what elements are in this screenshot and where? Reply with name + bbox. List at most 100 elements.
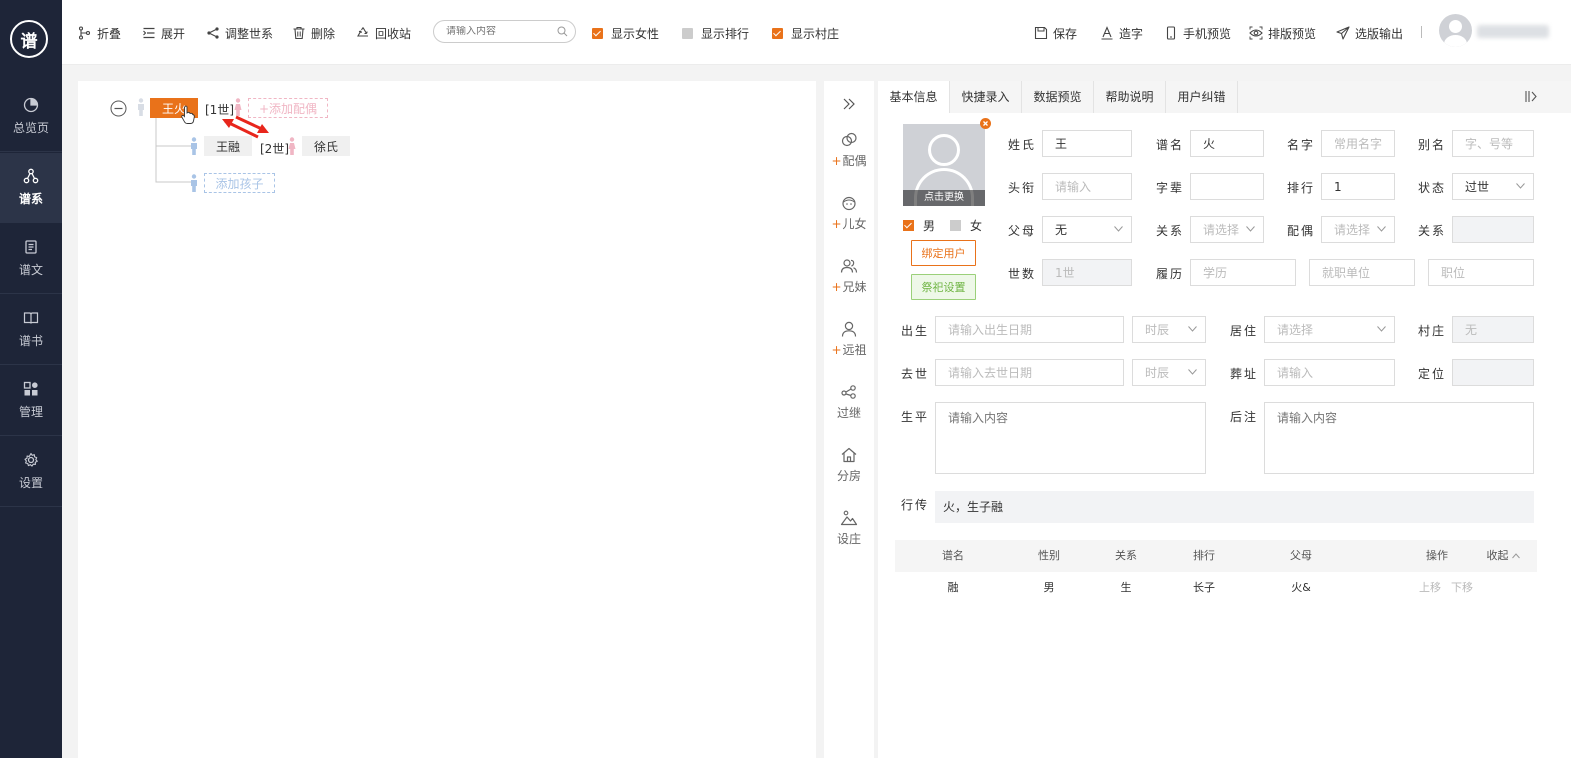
- death-date-field[interactable]: [935, 359, 1124, 386]
- show-village-checkbox[interactable]: 显示村庄: [772, 25, 839, 41]
- move-down-button[interactable]: 下移: [1447, 572, 1477, 604]
- relation-select[interactable]: 请选择: [1190, 216, 1264, 243]
- expand-button[interactable]: 展开: [142, 24, 185, 42]
- surname-input[interactable]: [1055, 136, 1131, 151]
- rank-field[interactable]: [1321, 173, 1395, 200]
- collapse-panel-icon[interactable]: [1525, 90, 1538, 103]
- education-field[interactable]: [1190, 259, 1296, 286]
- title-input[interactable]: [1055, 179, 1131, 194]
- village-value: 无: [1465, 323, 1478, 337]
- given-name-input[interactable]: [1334, 136, 1394, 151]
- export-button[interactable]: 选版输出: [1336, 24, 1403, 42]
- adopt-action[interactable]: 过继: [824, 383, 874, 421]
- pu-name-field[interactable]: [1190, 130, 1264, 157]
- birth-date-input[interactable]: [948, 322, 1123, 337]
- show-rank-checkbox[interactable]: 显示排行: [682, 25, 749, 41]
- sidebar-item-settings[interactable]: 设置: [0, 437, 62, 507]
- add-spouse-action[interactable]: +配偶: [824, 131, 874, 169]
- spouse-select[interactable]: 请选择: [1321, 216, 1395, 243]
- search-input[interactable]: [446, 26, 550, 37]
- branch-action[interactable]: 分房: [824, 446, 874, 484]
- add-ancestor-action[interactable]: +远祖: [824, 320, 874, 358]
- employer-field[interactable]: [1309, 259, 1415, 286]
- layout-preview-button[interactable]: 排版预览: [1249, 24, 1316, 42]
- add-children-action[interactable]: +儿女: [824, 194, 874, 232]
- given-name-field[interactable]: [1321, 130, 1395, 157]
- burial-input[interactable]: [1277, 365, 1394, 380]
- user-icon: [841, 321, 857, 337]
- position-field[interactable]: [1428, 259, 1534, 286]
- bind-user-button[interactable]: 绑定用户: [911, 240, 976, 266]
- residence-select[interactable]: 请选择: [1264, 316, 1395, 343]
- add-siblings-action[interactable]: +兄妹: [824, 257, 874, 295]
- sidebar-item-overview[interactable]: 总览页: [0, 82, 62, 152]
- set-village-action[interactable]: 设庄: [824, 509, 874, 547]
- zibei-input[interactable]: [1203, 179, 1263, 194]
- adjust-lineage-button[interactable]: 调整世系: [206, 24, 273, 42]
- app-logo[interactable]: 谱: [10, 20, 48, 58]
- search-box[interactable]: [433, 20, 576, 43]
- user-name-blurred[interactable]: [1477, 25, 1549, 38]
- tab-quick-entry[interactable]: 快捷录入: [950, 81, 1021, 113]
- bind-user-label: 绑定用户: [921, 247, 966, 260]
- mobile-preview-button[interactable]: 手机预览: [1164, 24, 1231, 42]
- chevron-down-icon: [1516, 183, 1525, 189]
- fold-button[interactable]: 折叠: [78, 24, 121, 42]
- position-input[interactable]: [1441, 265, 1533, 280]
- sidebar-item-article[interactable]: 谱文: [0, 224, 62, 294]
- life-textarea[interactable]: [935, 402, 1206, 474]
- checkbox-checked[interactable]: [903, 220, 914, 231]
- alias-field[interactable]: [1452, 130, 1534, 157]
- sidebar-item-manage[interactable]: 管理: [0, 366, 62, 436]
- save-button[interactable]: 保存: [1034, 24, 1077, 42]
- worship-settings-button[interactable]: 祭祀设置: [911, 274, 976, 300]
- show-female-checkbox[interactable]: 显示女性: [592, 25, 659, 41]
- zibei-field[interactable]: [1190, 173, 1264, 200]
- parents-select[interactable]: 无: [1042, 216, 1132, 243]
- gender-male-checkbox[interactable]: 男: [903, 217, 935, 234]
- tab-data-preview[interactable]: 数据预览: [1022, 81, 1093, 113]
- tab-basic-info[interactable]: 基本信息: [878, 81, 949, 113]
- collapse-node-icon[interactable]: [110, 100, 127, 117]
- remove-photo-button[interactable]: [980, 118, 991, 129]
- checkbox-unchecked[interactable]: [682, 27, 693, 39]
- make-char-button[interactable]: 造字: [1100, 24, 1143, 42]
- gender-male-label: 男: [923, 219, 936, 233]
- death-date-input[interactable]: [948, 365, 1123, 380]
- tab-user-correction[interactable]: 用户纠错: [1166, 81, 1237, 113]
- table-row[interactable]: 融 男 生 长子 火& 上移 下移: [895, 572, 1537, 604]
- note-textarea[interactable]: [1264, 402, 1534, 474]
- rank-input[interactable]: [1334, 179, 1394, 194]
- death-hour-select[interactable]: 时辰: [1132, 359, 1206, 386]
- delete-button[interactable]: 删除: [292, 24, 335, 42]
- sidebar-item-lineage[interactable]: 谱系: [0, 153, 62, 223]
- checkbox-checked[interactable]: [592, 27, 603, 39]
- person-node-spouse[interactable]: 徐氏: [302, 136, 350, 156]
- burial-field[interactable]: [1264, 359, 1395, 386]
- checkbox-checked[interactable]: [772, 27, 783, 39]
- gender-female-checkbox[interactable]: 女: [950, 217, 982, 234]
- pu-name-input[interactable]: [1203, 136, 1263, 151]
- checkbox-unchecked[interactable]: [950, 220, 961, 231]
- person-photo[interactable]: 点击更换: [903, 124, 985, 206]
- birth-hour-select[interactable]: 时辰: [1132, 316, 1206, 343]
- send-icon: [1336, 26, 1350, 40]
- tab-help[interactable]: 帮助说明: [1094, 81, 1165, 113]
- user-avatar[interactable]: [1439, 14, 1472, 47]
- ancestor-action-label: 远祖: [842, 343, 867, 357]
- double-chevron-right-icon[interactable]: [842, 97, 856, 111]
- education-input[interactable]: [1203, 265, 1295, 280]
- status-select[interactable]: 过世: [1452, 173, 1534, 200]
- surname-field[interactable]: [1042, 130, 1132, 157]
- alias-input[interactable]: [1465, 136, 1533, 151]
- title-field[interactable]: [1042, 173, 1132, 200]
- move-up-button[interactable]: 上移: [1415, 572, 1445, 604]
- collapse-table-button[interactable]: 收起: [1479, 540, 1527, 572]
- sidebar-item-book[interactable]: 谱书: [0, 295, 62, 365]
- search-icon[interactable]: [557, 26, 568, 37]
- employer-input[interactable]: [1322, 265, 1414, 280]
- change-photo-button[interactable]: 点击更换: [903, 190, 985, 206]
- recycle-bin-button[interactable]: 回收站: [356, 24, 411, 42]
- birth-date-field[interactable]: [935, 316, 1124, 343]
- add-child-button[interactable]: 添加孩子: [204, 173, 275, 193]
